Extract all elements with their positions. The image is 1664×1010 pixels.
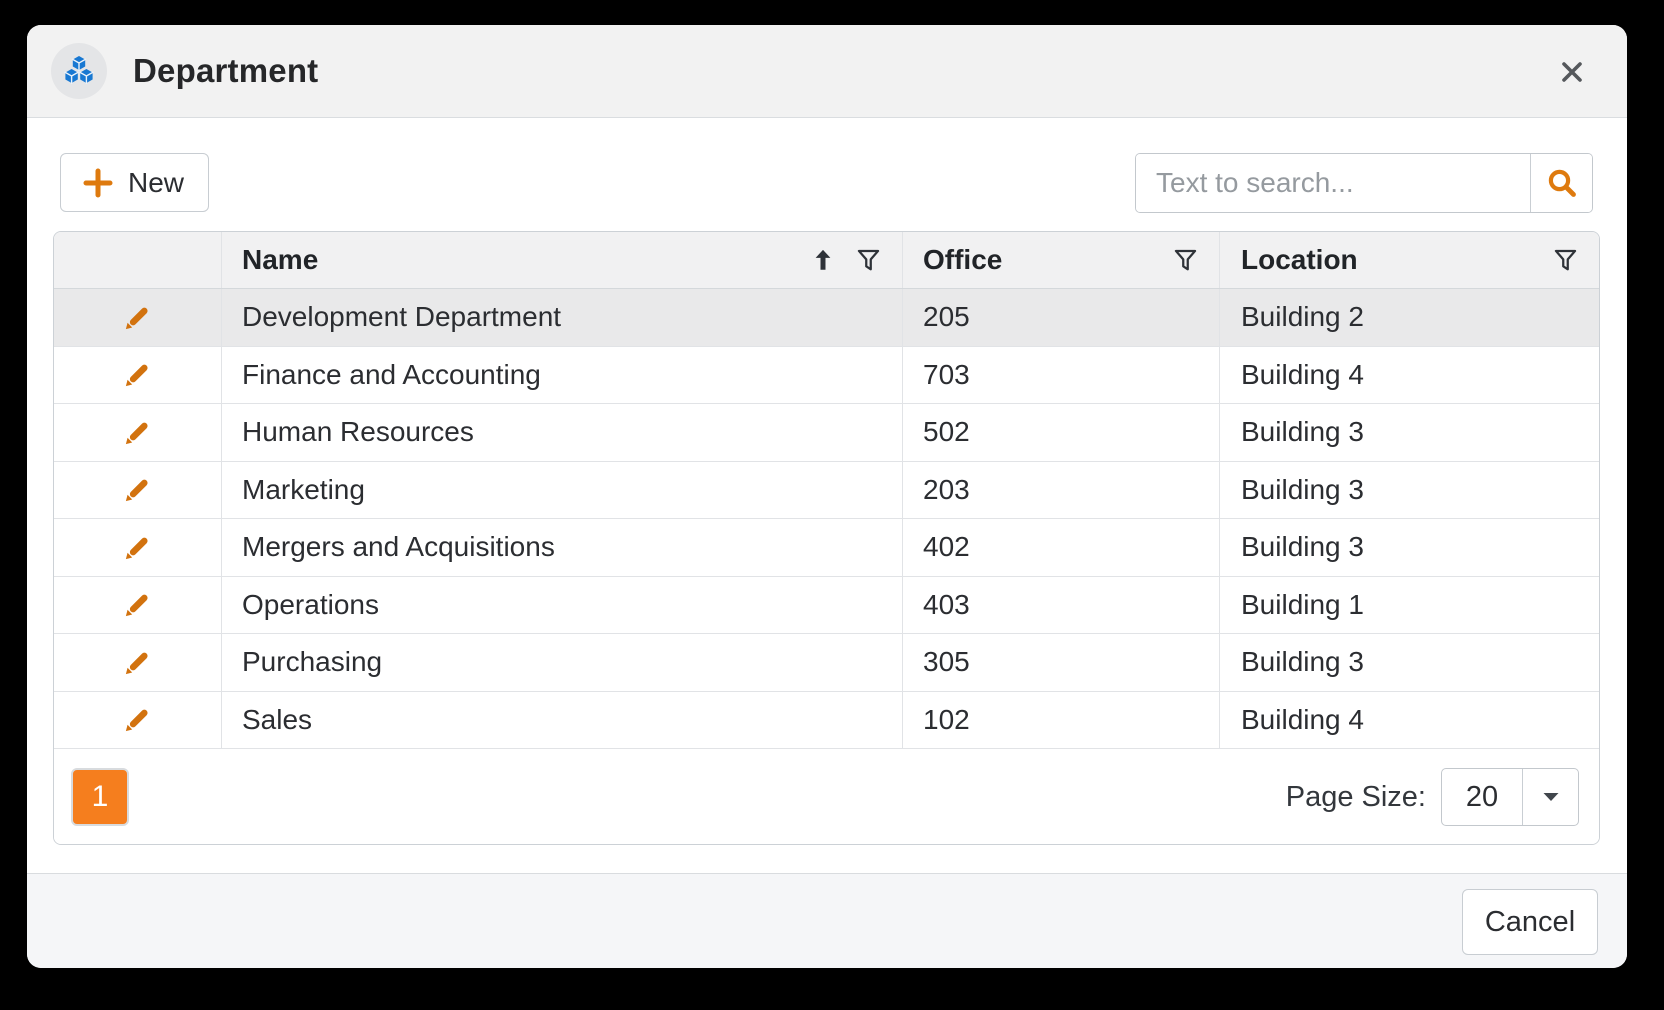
page-size-value: 20	[1442, 769, 1522, 825]
close-button[interactable]	[1548, 48, 1596, 96]
department-dialog: Department New Name	[27, 25, 1627, 968]
header-cell-edit	[54, 232, 222, 288]
cell-office: 203	[903, 462, 1220, 519]
page-size-label: Page Size:	[1286, 781, 1426, 814]
edit-button[interactable]	[122, 532, 153, 563]
cell-office: 402	[903, 519, 1220, 576]
cell-location: Building 1	[1220, 577, 1599, 634]
table-body: Development Department 205 Building 2 Fi…	[54, 289, 1599, 749]
dialog-title: Department	[133, 52, 318, 90]
new-button[interactable]: New	[60, 153, 209, 212]
filter-icon[interactable]	[855, 247, 882, 274]
edit-pencil-icon	[122, 302, 153, 333]
cell-name: Finance and Accounting	[222, 347, 903, 404]
cell-name: Purchasing	[222, 634, 903, 691]
edit-pencil-icon	[122, 647, 153, 678]
cell-location: Building 4	[1220, 692, 1599, 749]
page-size-control: Page Size: 20	[1286, 768, 1579, 826]
edit-button[interactable]	[122, 474, 153, 505]
table-row[interactable]: Finance and Accounting 703 Building 4	[54, 347, 1599, 405]
cell-location: Building 2	[1220, 289, 1599, 346]
column-label-location: Location	[1241, 244, 1358, 276]
table-header-row: Name Office Loc	[54, 232, 1599, 289]
table-row[interactable]: Marketing 203 Building 3	[54, 462, 1599, 520]
cell-name: Mergers and Acquisitions	[222, 519, 903, 576]
cell-office: 305	[903, 634, 1220, 691]
header-cell-location[interactable]: Location	[1220, 232, 1599, 288]
edit-button[interactable]	[122, 359, 153, 390]
new-button-label: New	[128, 167, 184, 199]
filter-icon[interactable]	[1172, 247, 1199, 274]
cell-office: 403	[903, 577, 1220, 634]
edit-pencil-icon	[122, 474, 153, 505]
edit-button[interactable]	[122, 302, 153, 333]
edit-pencil-icon	[122, 532, 153, 563]
edit-button[interactable]	[122, 417, 153, 448]
column-label-name: Name	[242, 244, 318, 276]
search-box	[1135, 153, 1593, 213]
edit-button[interactable]	[122, 704, 153, 735]
cell-office: 502	[903, 404, 1220, 461]
header-cell-name[interactable]: Name	[222, 232, 903, 288]
cancel-button[interactable]: Cancel	[1462, 889, 1598, 955]
chevron-down-icon	[1522, 769, 1578, 825]
sort-ascending-icon[interactable]	[810, 247, 836, 273]
avatar	[51, 43, 107, 99]
table-row[interactable]: Mergers and Acquisitions 402 Building 3	[54, 519, 1599, 577]
table-row[interactable]: Human Resources 502 Building 3	[54, 404, 1599, 462]
table-row[interactable]: Sales 102 Building 4	[54, 692, 1599, 750]
header-cell-office[interactable]: Office	[903, 232, 1220, 288]
cell-location: Building 3	[1220, 404, 1599, 461]
column-label-office: Office	[923, 244, 1002, 276]
cell-name: Development Department	[222, 289, 903, 346]
dialog-footer: Cancel	[27, 873, 1627, 968]
cell-location: Building 3	[1220, 634, 1599, 691]
table-row[interactable]: Purchasing 305 Building 3	[54, 634, 1599, 692]
search-button[interactable]	[1530, 154, 1592, 212]
cell-name: Operations	[222, 577, 903, 634]
cell-name: Marketing	[222, 462, 903, 519]
pagination-bar: 1 Page Size: 20	[54, 749, 1599, 845]
cell-name: Human Resources	[222, 404, 903, 461]
close-icon	[1557, 57, 1587, 87]
cell-office: 102	[903, 692, 1220, 749]
cell-location: Building 3	[1220, 519, 1599, 576]
cell-name: Sales	[222, 692, 903, 749]
page-size-select[interactable]: 20	[1441, 768, 1579, 826]
dialog-header: Department	[27, 25, 1627, 118]
table-row[interactable]: Operations 403 Building 1	[54, 577, 1599, 635]
search-input[interactable]	[1136, 154, 1530, 212]
edit-pencil-icon	[122, 417, 153, 448]
department-cubes-icon	[61, 53, 97, 89]
edit-button[interactable]	[122, 589, 153, 620]
cell-location: Building 3	[1220, 462, 1599, 519]
edit-pencil-icon	[122, 589, 153, 620]
departments-table: Name Office Loc	[53, 231, 1600, 845]
table-row[interactable]: Development Department 205 Building 2	[54, 289, 1599, 347]
cell-office: 205	[903, 289, 1220, 346]
page-1-button[interactable]: 1	[71, 768, 129, 826]
cell-location: Building 4	[1220, 347, 1599, 404]
edit-button[interactable]	[122, 647, 153, 678]
filter-icon[interactable]	[1552, 247, 1579, 274]
search-icon	[1545, 166, 1579, 200]
edit-pencil-icon	[122, 359, 153, 390]
cell-office: 703	[903, 347, 1220, 404]
plus-icon	[81, 166, 115, 200]
edit-pencil-icon	[122, 704, 153, 735]
